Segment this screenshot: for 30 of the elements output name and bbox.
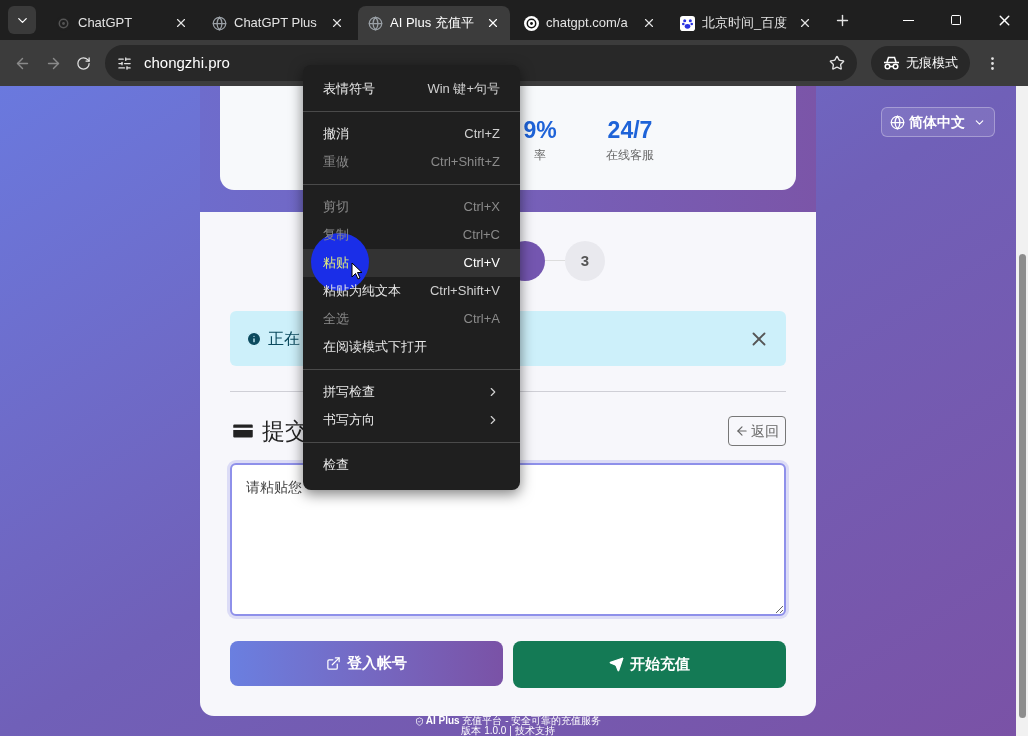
version-text: 版本 1.0.0 | 技术支持 bbox=[461, 726, 555, 736]
url-text: chongzhi.pro bbox=[144, 52, 231, 73]
browser-tab[interactable]: chatgpt.com/a bbox=[514, 6, 666, 40]
stat-label: 率 bbox=[534, 147, 546, 164]
browser-tab[interactable]: ChatGPT Plus bbox=[202, 6, 354, 40]
shortcut-text: Ctrl+A bbox=[463, 310, 500, 329]
browser-tab[interactable]: AI Plus 充值平 bbox=[358, 6, 510, 40]
shortcut-text: Ctrl+Shift+V bbox=[429, 282, 500, 301]
shortcut-text: Ctrl+Shift+Z bbox=[430, 153, 500, 172]
shortcut-text: Win 键+句号 bbox=[427, 80, 500, 99]
shortcut-text: Ctrl+C bbox=[462, 226, 500, 245]
browser-tab[interactable]: ChatGPT bbox=[46, 6, 198, 40]
language-select[interactable]: 简体中文 bbox=[881, 107, 995, 137]
incognito-button[interactable]: 无痕模式 bbox=[871, 46, 970, 80]
shortcut-text: Ctrl+V bbox=[463, 254, 500, 273]
menu-item[interactable]: 撤消 Ctrl+Z bbox=[303, 120, 520, 148]
start-button[interactable]: 开始充值 bbox=[513, 641, 786, 688]
stat-value: 24/7 bbox=[607, 116, 653, 144]
shortcut-text: Ctrl+Z bbox=[464, 125, 500, 144]
stat-value: 9% bbox=[523, 116, 557, 144]
footer-text: AI Plus 充值平台 - 安全可靠的充值服务 bbox=[425, 716, 602, 726]
browser-tab[interactable]: 北京时间_百度 bbox=[670, 6, 822, 40]
shortcut-text: Ctrl+X bbox=[463, 198, 500, 217]
back-button[interactable]: 返回 bbox=[728, 416, 786, 446]
menu-item[interactable]: 拼写检查 bbox=[303, 378, 520, 406]
menu-item[interactable]: 在阅读模式下打开 bbox=[303, 333, 520, 361]
alert-text: 正在 bbox=[268, 328, 300, 349]
stat-label: 在线客服 bbox=[606, 147, 654, 164]
menu-item[interactable]: 书写方向 bbox=[303, 406, 520, 434]
login-button[interactable]: 登入帐号 bbox=[230, 641, 503, 686]
